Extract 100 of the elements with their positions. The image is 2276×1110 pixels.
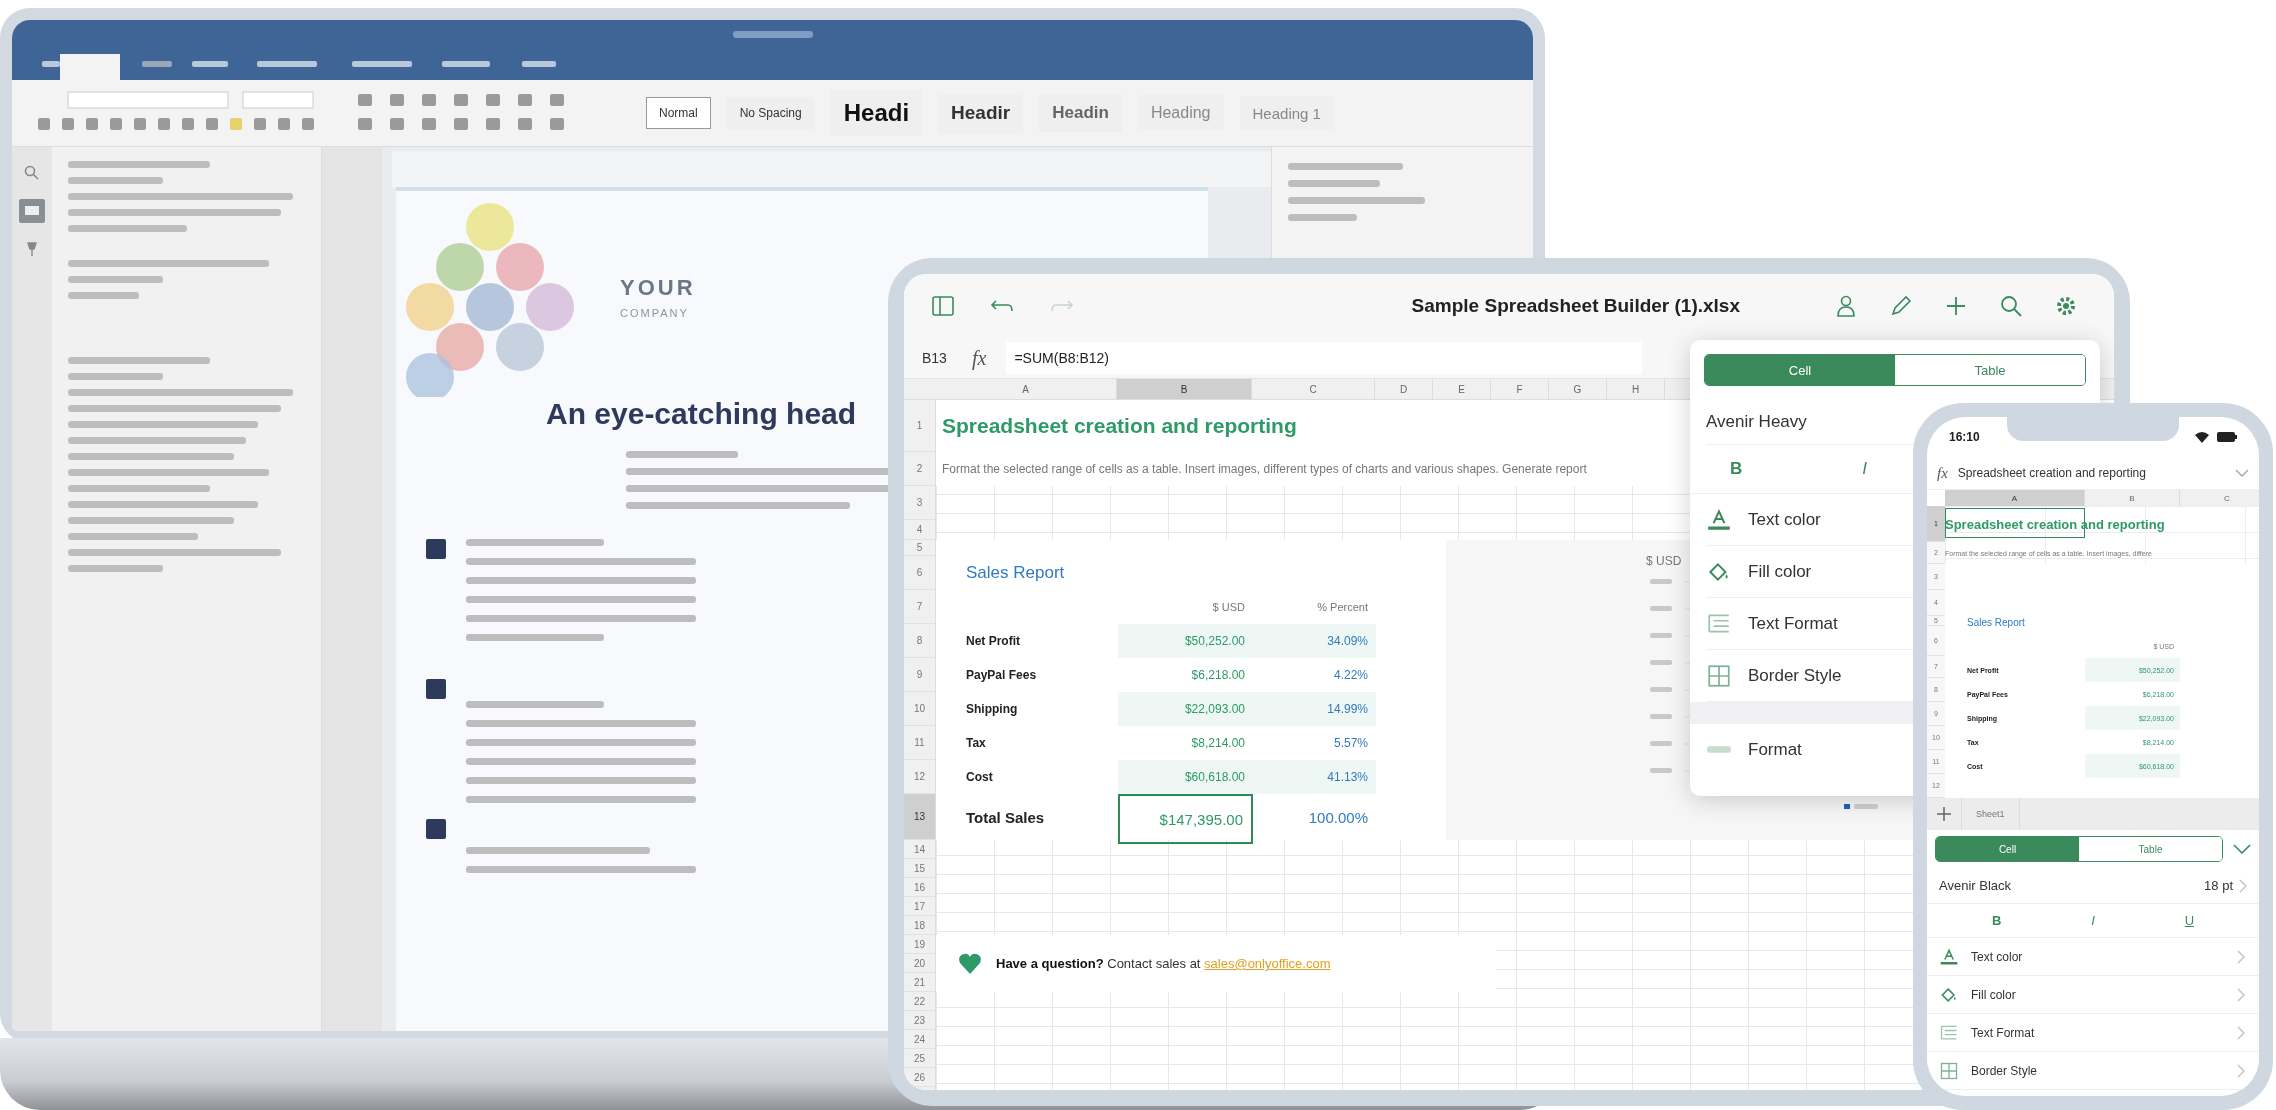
font-size[interactable]: 18 pt: [2204, 878, 2233, 893]
column-header[interactable]: H: [1607, 379, 1665, 399]
comment-icon[interactable]: [19, 199, 45, 223]
report-title: Sales Report: [1966, 615, 2026, 630]
row-header[interactable]: 5: [904, 540, 935, 556]
style-preset[interactable]: Normal: [646, 97, 711, 129]
report-title: Sales Report: [965, 562, 1066, 584]
percent-cell: 41.13%: [1253, 760, 1376, 794]
row-label: Tax: [965, 735, 987, 752]
row-header[interactable]: 25: [904, 1049, 935, 1068]
column-header[interactable]: G: [1549, 379, 1607, 399]
row-header[interactable]: 26: [904, 1068, 935, 1087]
company-name: YOUR: [620, 275, 696, 301]
percent-cell: 34.09%: [1253, 624, 1376, 658]
row-header[interactable]: 18: [904, 916, 935, 935]
amount-cell-text: $8,214.00: [1190, 735, 1246, 752]
row-header[interactable]: 9: [904, 658, 935, 692]
style-preset[interactable]: Headin: [1039, 94, 1122, 132]
row-header[interactable]: 7: [904, 590, 935, 624]
row-header[interactable]: 1: [904, 400, 935, 452]
heart-icon: [958, 952, 982, 975]
style-preset[interactable]: No Spacing: [726, 97, 815, 129]
number-format-icon: [1706, 743, 1732, 756]
chevron-right-icon: [2239, 878, 2247, 893]
row-header[interactable]: 2: [904, 452, 935, 486]
row-header[interactable]: 23: [904, 1011, 935, 1030]
segment-tab[interactable]: Cell: [1705, 355, 1895, 385]
chevron-down-icon[interactable]: [2235, 469, 2249, 477]
email-link[interactable]: sales@onlyoffice.com: [1204, 956, 1331, 971]
font-style-button[interactable]: I: [2091, 913, 2095, 928]
formula-field[interactable]: =SUM(B8:B12): [1006, 342, 1643, 374]
percent-cell-text: 4.22%: [1332, 667, 1369, 684]
column-label: $ USD: [1211, 600, 1246, 615]
amount-cell: $22,093.00: [1118, 692, 1253, 726]
row-header[interactable]: 24: [904, 1030, 935, 1049]
column-header[interactable]: B: [2085, 490, 2180, 506]
column-header[interactable]: C: [1252, 379, 1375, 399]
font-style-button[interactable]: U: [2184, 913, 2195, 928]
amount-cell: $50,252.00: [1118, 624, 1253, 658]
search-icon[interactable]: [24, 165, 40, 181]
column-header[interactable]: D: [1375, 379, 1433, 399]
undo-icon[interactable]: [990, 299, 1014, 313]
plus-icon[interactable]: [1946, 296, 1966, 316]
chevron-right-icon: [2237, 987, 2245, 1002]
segment-tab[interactable]: Cell: [1936, 837, 2079, 861]
style-preset[interactable]: Headir: [938, 93, 1024, 133]
pen-icon[interactable]: [1890, 295, 1912, 317]
row-header[interactable]: 15: [904, 859, 935, 878]
style-preset[interactable]: Heading: [1137, 95, 1224, 131]
column-header[interactable]: A: [1945, 490, 2085, 506]
settings-icon[interactable]: [2056, 296, 2076, 316]
amount-cell: $60,618.00: [1118, 760, 1253, 794]
column-header[interactable]: C: [2180, 490, 2259, 506]
row-header[interactable]: 4: [904, 520, 935, 540]
font-name[interactable]: Avenir Heavy: [1690, 400, 1823, 444]
row-header[interactable]: 14: [904, 840, 935, 859]
total-amount-cell[interactable]: $147,395.00: [1118, 794, 1253, 844]
style-preset[interactable]: Heading 1: [1239, 95, 1334, 131]
font-style-button[interactable]: B: [1991, 913, 2002, 928]
function-label[interactable]: fx: [1937, 464, 1948, 482]
percent-cell-text: 5.57%: [1332, 735, 1369, 752]
row-header[interactable]: 6: [904, 556, 935, 590]
company-subtitle: COMPANY: [620, 307, 690, 319]
person-icon[interactable]: [1836, 295, 1856, 317]
function-label[interactable]: fx: [972, 346, 987, 370]
font-name[interactable]: Avenir Black: [1939, 878, 2199, 893]
row-header[interactable]: 11: [904, 726, 935, 760]
chevron-right-icon: [2237, 1063, 2245, 1078]
row-label: Net Profit: [965, 633, 1021, 650]
chevron-right-icon: [2237, 1025, 2245, 1040]
section-number-badge: [426, 539, 446, 559]
row-header[interactable]: 13: [904, 794, 935, 840]
document-title: Sample Spreadsheet Builder (1).xlsx: [1411, 295, 1740, 317]
percent-cell: 14.99%: [1253, 692, 1376, 726]
row-header[interactable]: 20: [904, 954, 935, 973]
row-header[interactable]: 3: [904, 486, 935, 520]
chevron-down-icon[interactable]: [2233, 844, 2251, 854]
chart-axis-label: $ USD: [1646, 554, 1682, 568]
search-icon[interactable]: [2000, 295, 2022, 317]
row-header[interactable]: 17: [904, 897, 935, 916]
column-header[interactable]: B: [1117, 379, 1252, 399]
blurred-text-line: [68, 292, 140, 299]
column-header[interactable]: F: [1491, 379, 1549, 399]
row-header[interactable]: 8: [904, 624, 935, 658]
column-header[interactable]: E: [1433, 379, 1491, 399]
column-label: % Percent: [1316, 600, 1369, 615]
row-header[interactable]: 16: [904, 878, 935, 897]
row-header[interactable]: 22: [904, 992, 935, 1011]
row-header[interactable]: 21: [904, 973, 935, 992]
font-style-button[interactable]: I: [1862, 459, 1867, 479]
sheet-tab[interactable]: Sheet1: [1961, 798, 2020, 830]
style-preset[interactable]: Headi: [830, 90, 923, 136]
sidebar-icon[interactable]: [932, 296, 954, 316]
status-time: 16:10: [1949, 430, 1980, 444]
row-header[interactable]: 10: [904, 692, 935, 726]
contact-text: Have a question? Contact sales at sales@onlyoffice.com: [996, 956, 1331, 971]
chart-legend: [1844, 804, 1878, 809]
row-header[interactable]: 19: [904, 935, 935, 954]
grid-icon: [1706, 662, 1732, 689]
font-style-button[interactable]: B: [1730, 459, 1743, 479]
